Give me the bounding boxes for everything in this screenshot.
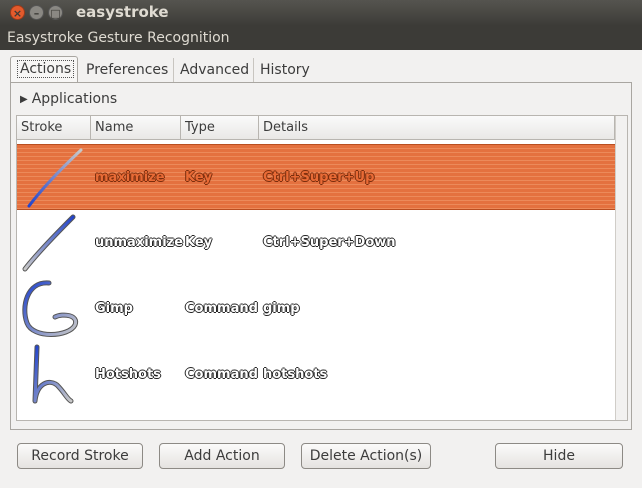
column-header-name[interactable]: Name: [91, 116, 181, 140]
row-details: hotshots: [263, 367, 328, 382]
record-stroke-button[interactable]: Record Stroke: [17, 443, 143, 469]
row-type: Command: [185, 301, 258, 316]
tab-actions-label: Actions: [17, 60, 75, 78]
easystroke-window: × – □ easystroke Easystroke Gesture Reco…: [0, 0, 642, 488]
tab-history-label: History: [260, 62, 310, 78]
delete-action-button[interactable]: Delete Action(s): [301, 443, 431, 469]
add-action-button[interactable]: Add Action: [159, 443, 285, 469]
row-details: gimp: [263, 301, 300, 316]
title-bar[interactable]: × – □ easystroke: [0, 0, 642, 26]
tab-advanced[interactable]: Advanced: [174, 58, 254, 82]
window-subtitle: Easystroke Gesture Recognition: [7, 30, 230, 46]
row-details: Ctrl+Super+Down: [263, 235, 396, 250]
maximize-icon[interactable]: □: [48, 5, 63, 20]
table-row[interactable]: unmaximize Key Ctrl+Super+Down: [17, 210, 627, 276]
close-icon[interactable]: ×: [10, 5, 25, 20]
applications-expander[interactable]: ▶ Applications: [20, 91, 117, 107]
row-name: maximize: [95, 170, 165, 185]
applications-expander-label: Applications: [31, 91, 118, 107]
column-header-stroke[interactable]: Stroke: [17, 116, 91, 140]
diagonal-down-stroke-icon: [22, 214, 76, 272]
actions-table[interactable]: Stroke Name Type Details maximize Key Ct…: [16, 115, 628, 421]
table-row[interactable]: maximize Key Ctrl+Super+Up: [17, 144, 627, 210]
minimize-icon[interactable]: –: [29, 5, 44, 20]
table-row[interactable]: Gimp Command gimp: [17, 276, 627, 342]
window-subtitle-bar: Easystroke Gesture Recognition: [0, 26, 642, 50]
window-title: easystroke: [76, 3, 169, 21]
tab-preferences[interactable]: Preferences: [80, 58, 174, 82]
vertical-scrollbar[interactable]: [615, 116, 627, 420]
tab-advanced-label: Advanced: [180, 62, 250, 78]
hide-button[interactable]: Hide: [495, 443, 623, 469]
row-details: Ctrl+Super+Up: [263, 170, 375, 185]
tab-preferences-label: Preferences: [86, 62, 169, 78]
row-type: Key: [185, 235, 213, 250]
table-row[interactable]: Hotshots Command hotshots: [17, 342, 627, 408]
column-header-type[interactable]: Type: [181, 116, 259, 140]
row-type: Key: [185, 170, 213, 185]
tab-history[interactable]: History: [254, 58, 320, 82]
row-name: unmaximize: [95, 235, 184, 250]
tab-actions[interactable]: Actions: [10, 56, 78, 83]
g-shape-stroke-icon: [22, 280, 79, 337]
diagonal-up-stroke-icon: [27, 148, 83, 208]
h-shape-stroke-icon: [32, 344, 74, 404]
row-name: Hotshots: [95, 367, 161, 382]
triangle-right-icon: ▶: [20, 94, 28, 105]
column-header-details[interactable]: Details: [259, 116, 615, 140]
row-type: Command: [185, 367, 258, 382]
row-name: Gimp: [95, 301, 133, 316]
